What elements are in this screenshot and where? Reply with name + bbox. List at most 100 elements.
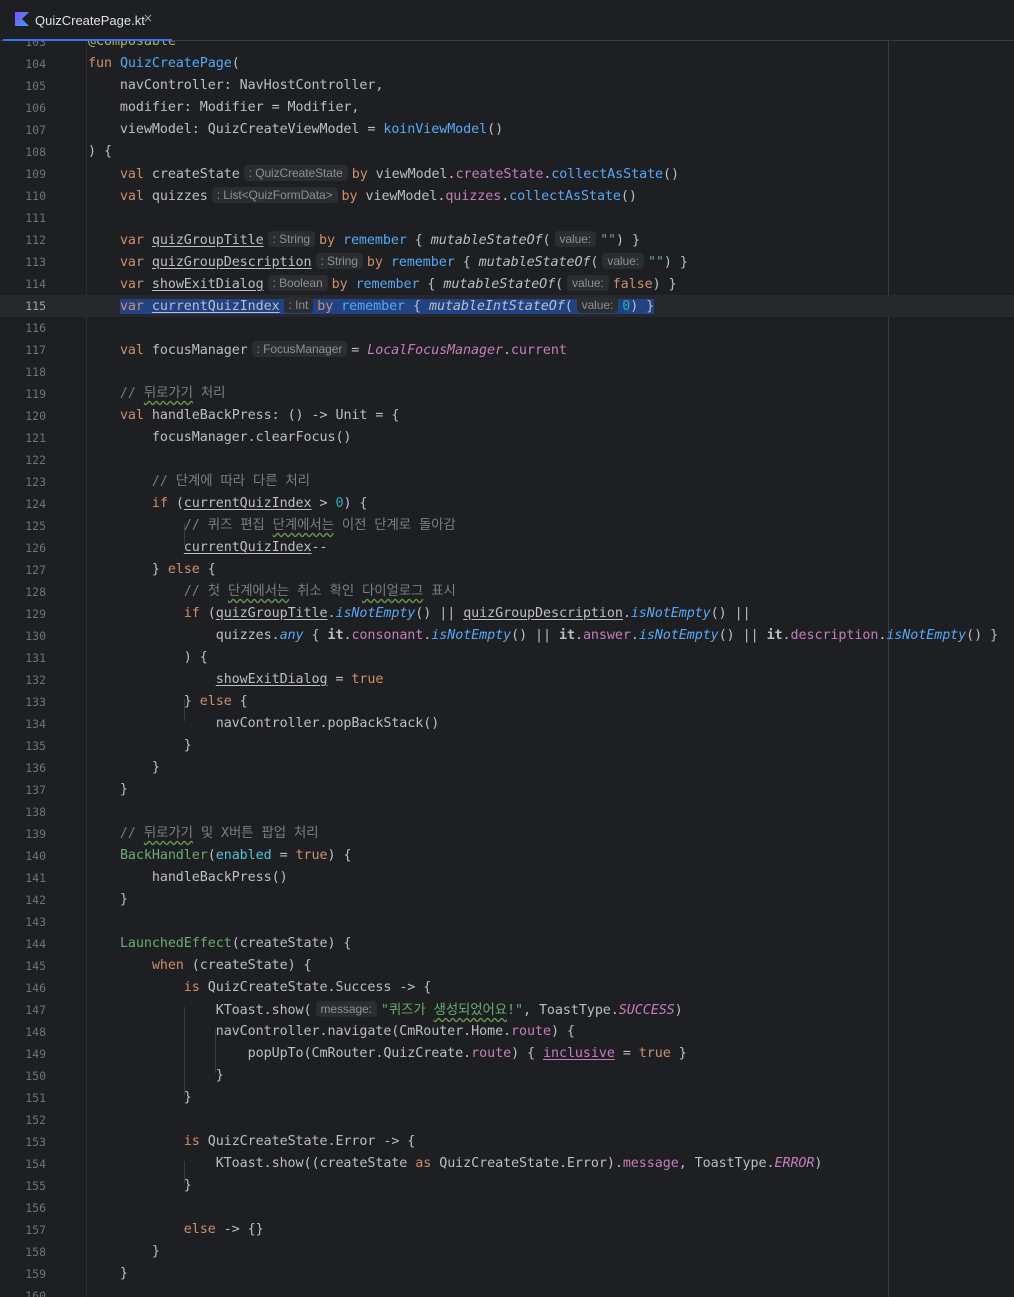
code-line: 156 bbox=[0, 1197, 1014, 1219]
code-line: 137 } bbox=[0, 779, 1014, 801]
line-number: 115 bbox=[25, 299, 46, 313]
code-line: 140 BackHandler(enabled = true) { bbox=[0, 845, 1014, 867]
line-number: 141 bbox=[25, 871, 46, 885]
code-text: } else { bbox=[88, 694, 248, 709]
code-line: 135 } bbox=[0, 735, 1014, 757]
line-number: 117 bbox=[25, 343, 46, 357]
line-number: 111 bbox=[25, 211, 46, 225]
code-line: 154 KToast.show((createState as QuizCrea… bbox=[0, 1153, 1014, 1175]
code-line: 144 LaunchedEffect(createState) { bbox=[0, 933, 1014, 955]
code-line: 130 quizzes.any { it.consonant.isNotEmpt… bbox=[0, 625, 1014, 647]
code-line: 131 ) { bbox=[0, 647, 1014, 669]
code-text: LaunchedEffect(createState) { bbox=[119, 936, 352, 951]
file-tab-title: QuizCreatePage.kt bbox=[35, 13, 145, 28]
code-line: 151 } bbox=[0, 1087, 1014, 1109]
line-number: 121 bbox=[25, 431, 46, 445]
code-line: 129 if (quizGroupTitle.isNotEmpty() || q… bbox=[0, 603, 1014, 625]
code-line: 128 // 첫 단계에서는 취소 확인 다이얼로그 표시 bbox=[0, 581, 1014, 603]
code-text: focusManager.clearFocus() bbox=[88, 430, 352, 445]
line-number: 132 bbox=[25, 673, 46, 687]
code-text: @Composable bbox=[88, 41, 176, 49]
line-number: 128 bbox=[25, 585, 46, 599]
line-number: 123 bbox=[25, 475, 46, 489]
line-number: 154 bbox=[25, 1157, 46, 1171]
code-line: 143 bbox=[0, 911, 1014, 933]
line-number: 122 bbox=[25, 453, 46, 467]
code-line: 138 bbox=[0, 801, 1014, 823]
code-line: 160 bbox=[0, 1285, 1014, 1297]
line-number: 139 bbox=[25, 827, 46, 841]
code-line: 103 @Composable bbox=[0, 41, 1014, 53]
code-line: 146 is QuizCreateState.Success -> { bbox=[0, 977, 1014, 999]
code-text: navController.popBackStack() bbox=[88, 716, 440, 731]
code-text: } bbox=[88, 738, 192, 753]
line-number: 137 bbox=[25, 783, 46, 797]
kotlin-file-icon bbox=[15, 12, 29, 26]
code-text: var showExitDialog: Boolean by remember {… bbox=[119, 275, 677, 292]
line-number: 112 bbox=[25, 233, 46, 247]
code-editor[interactable]: 103 @Composable 104 fun QuizCreatePage( 10… bbox=[0, 41, 1014, 1297]
line-number: 152 bbox=[25, 1113, 46, 1127]
line-number: 118 bbox=[25, 365, 46, 379]
code-line: 152 bbox=[0, 1109, 1014, 1131]
code-line: 108) { bbox=[0, 141, 1014, 163]
parameter-hint: value: bbox=[576, 297, 619, 313]
line-number: 125 bbox=[25, 519, 46, 533]
code-line: 113 var quizGroupDescription: String by r… bbox=[0, 251, 1014, 273]
code-text: is QuizCreateState.Success -> { bbox=[183, 980, 432, 995]
code-line: 145 when (createState) { bbox=[0, 955, 1014, 977]
code-text: // 뒤로가기 처리 bbox=[88, 386, 226, 401]
code-text: } bbox=[88, 782, 128, 797]
line-number: 131 bbox=[25, 651, 46, 665]
code-line: 155 } bbox=[0, 1175, 1014, 1197]
code-line: 148 navController.navigate(CmRouter.Home… bbox=[0, 1021, 1014, 1043]
line-number: 138 bbox=[25, 805, 46, 819]
editor-tab-bar: QuizCreatePage.kt × bbox=[0, 0, 1014, 42]
code-line: 149 popUpTo(CmRouter.QuizCreate.route) {… bbox=[0, 1043, 1014, 1065]
code-text: var quizGroupTitle: String by remember { … bbox=[119, 231, 640, 248]
parameter-hint: value: bbox=[554, 231, 597, 247]
code-text: handleBackPress() bbox=[88, 870, 288, 885]
line-number: 160 bbox=[25, 1289, 46, 1297]
code-line: 121 focusManager.clearFocus() bbox=[0, 427, 1014, 449]
current-code-line: 115 var currentQuizIndex: Int by remember… bbox=[0, 295, 1014, 317]
type-hint: : List<QuizFormData> bbox=[211, 187, 338, 203]
line-number: 142 bbox=[25, 893, 46, 907]
code-line: 112 var quizGroupTitle: String by remembe… bbox=[0, 229, 1014, 251]
code-text: popUpTo(CmRouter.QuizCreate.route) { inc… bbox=[88, 1046, 687, 1061]
line-number: 156 bbox=[25, 1201, 46, 1215]
file-tab[interactable]: QuizCreatePage.kt × bbox=[0, 0, 172, 42]
type-hint: : FocusManager bbox=[251, 341, 348, 357]
code-text: val focusManager: FocusManager = LocalFoc… bbox=[119, 341, 567, 358]
line-number: 110 bbox=[25, 189, 46, 203]
selected-code-text: var currentQuizIndex: Int by remember { m… bbox=[119, 297, 655, 314]
line-number: 114 bbox=[25, 277, 46, 291]
line-number: 135 bbox=[25, 739, 46, 753]
line-number: 106 bbox=[25, 101, 46, 115]
line-number: 130 bbox=[25, 629, 46, 643]
code-text: is QuizCreateState.Error -> { bbox=[183, 1134, 416, 1149]
code-text: if (quizGroupTitle.isNotEmpty() || quizG… bbox=[183, 606, 751, 621]
code-line: 136 } bbox=[0, 757, 1014, 779]
code-line: 134 navController.popBackStack() bbox=[0, 713, 1014, 735]
code-line: 119 // 뒤로가기 처리 bbox=[0, 383, 1014, 405]
line-number: 146 bbox=[25, 981, 46, 995]
code-line: 110 val quizzes: List<QuizFormData> by vi… bbox=[0, 185, 1014, 207]
parameter-hint: message: bbox=[315, 1001, 377, 1017]
line-number: 103 bbox=[25, 41, 46, 49]
code-line: 132 showExitDialog = true bbox=[0, 669, 1014, 691]
code-text: var quizGroupDescription: String by remem… bbox=[119, 253, 688, 270]
code-text: when (createState) { bbox=[151, 958, 312, 973]
code-text: // 첫 단계에서는 취소 확인 다이얼로그 표시 bbox=[88, 584, 456, 599]
code-text: } bbox=[88, 760, 160, 775]
code-text: else -> {} bbox=[183, 1222, 264, 1237]
code-line: 133 } else { bbox=[0, 691, 1014, 713]
code-text: currentQuizIndex-- bbox=[183, 540, 328, 555]
line-number: 129 bbox=[25, 607, 46, 621]
code-line: 158 } bbox=[0, 1241, 1014, 1263]
close-icon[interactable]: × bbox=[143, 11, 153, 25]
line-number: 145 bbox=[25, 959, 46, 973]
type-hint: : Int bbox=[283, 297, 314, 313]
code-line: 150 } bbox=[0, 1065, 1014, 1087]
line-number: 144 bbox=[25, 937, 46, 951]
